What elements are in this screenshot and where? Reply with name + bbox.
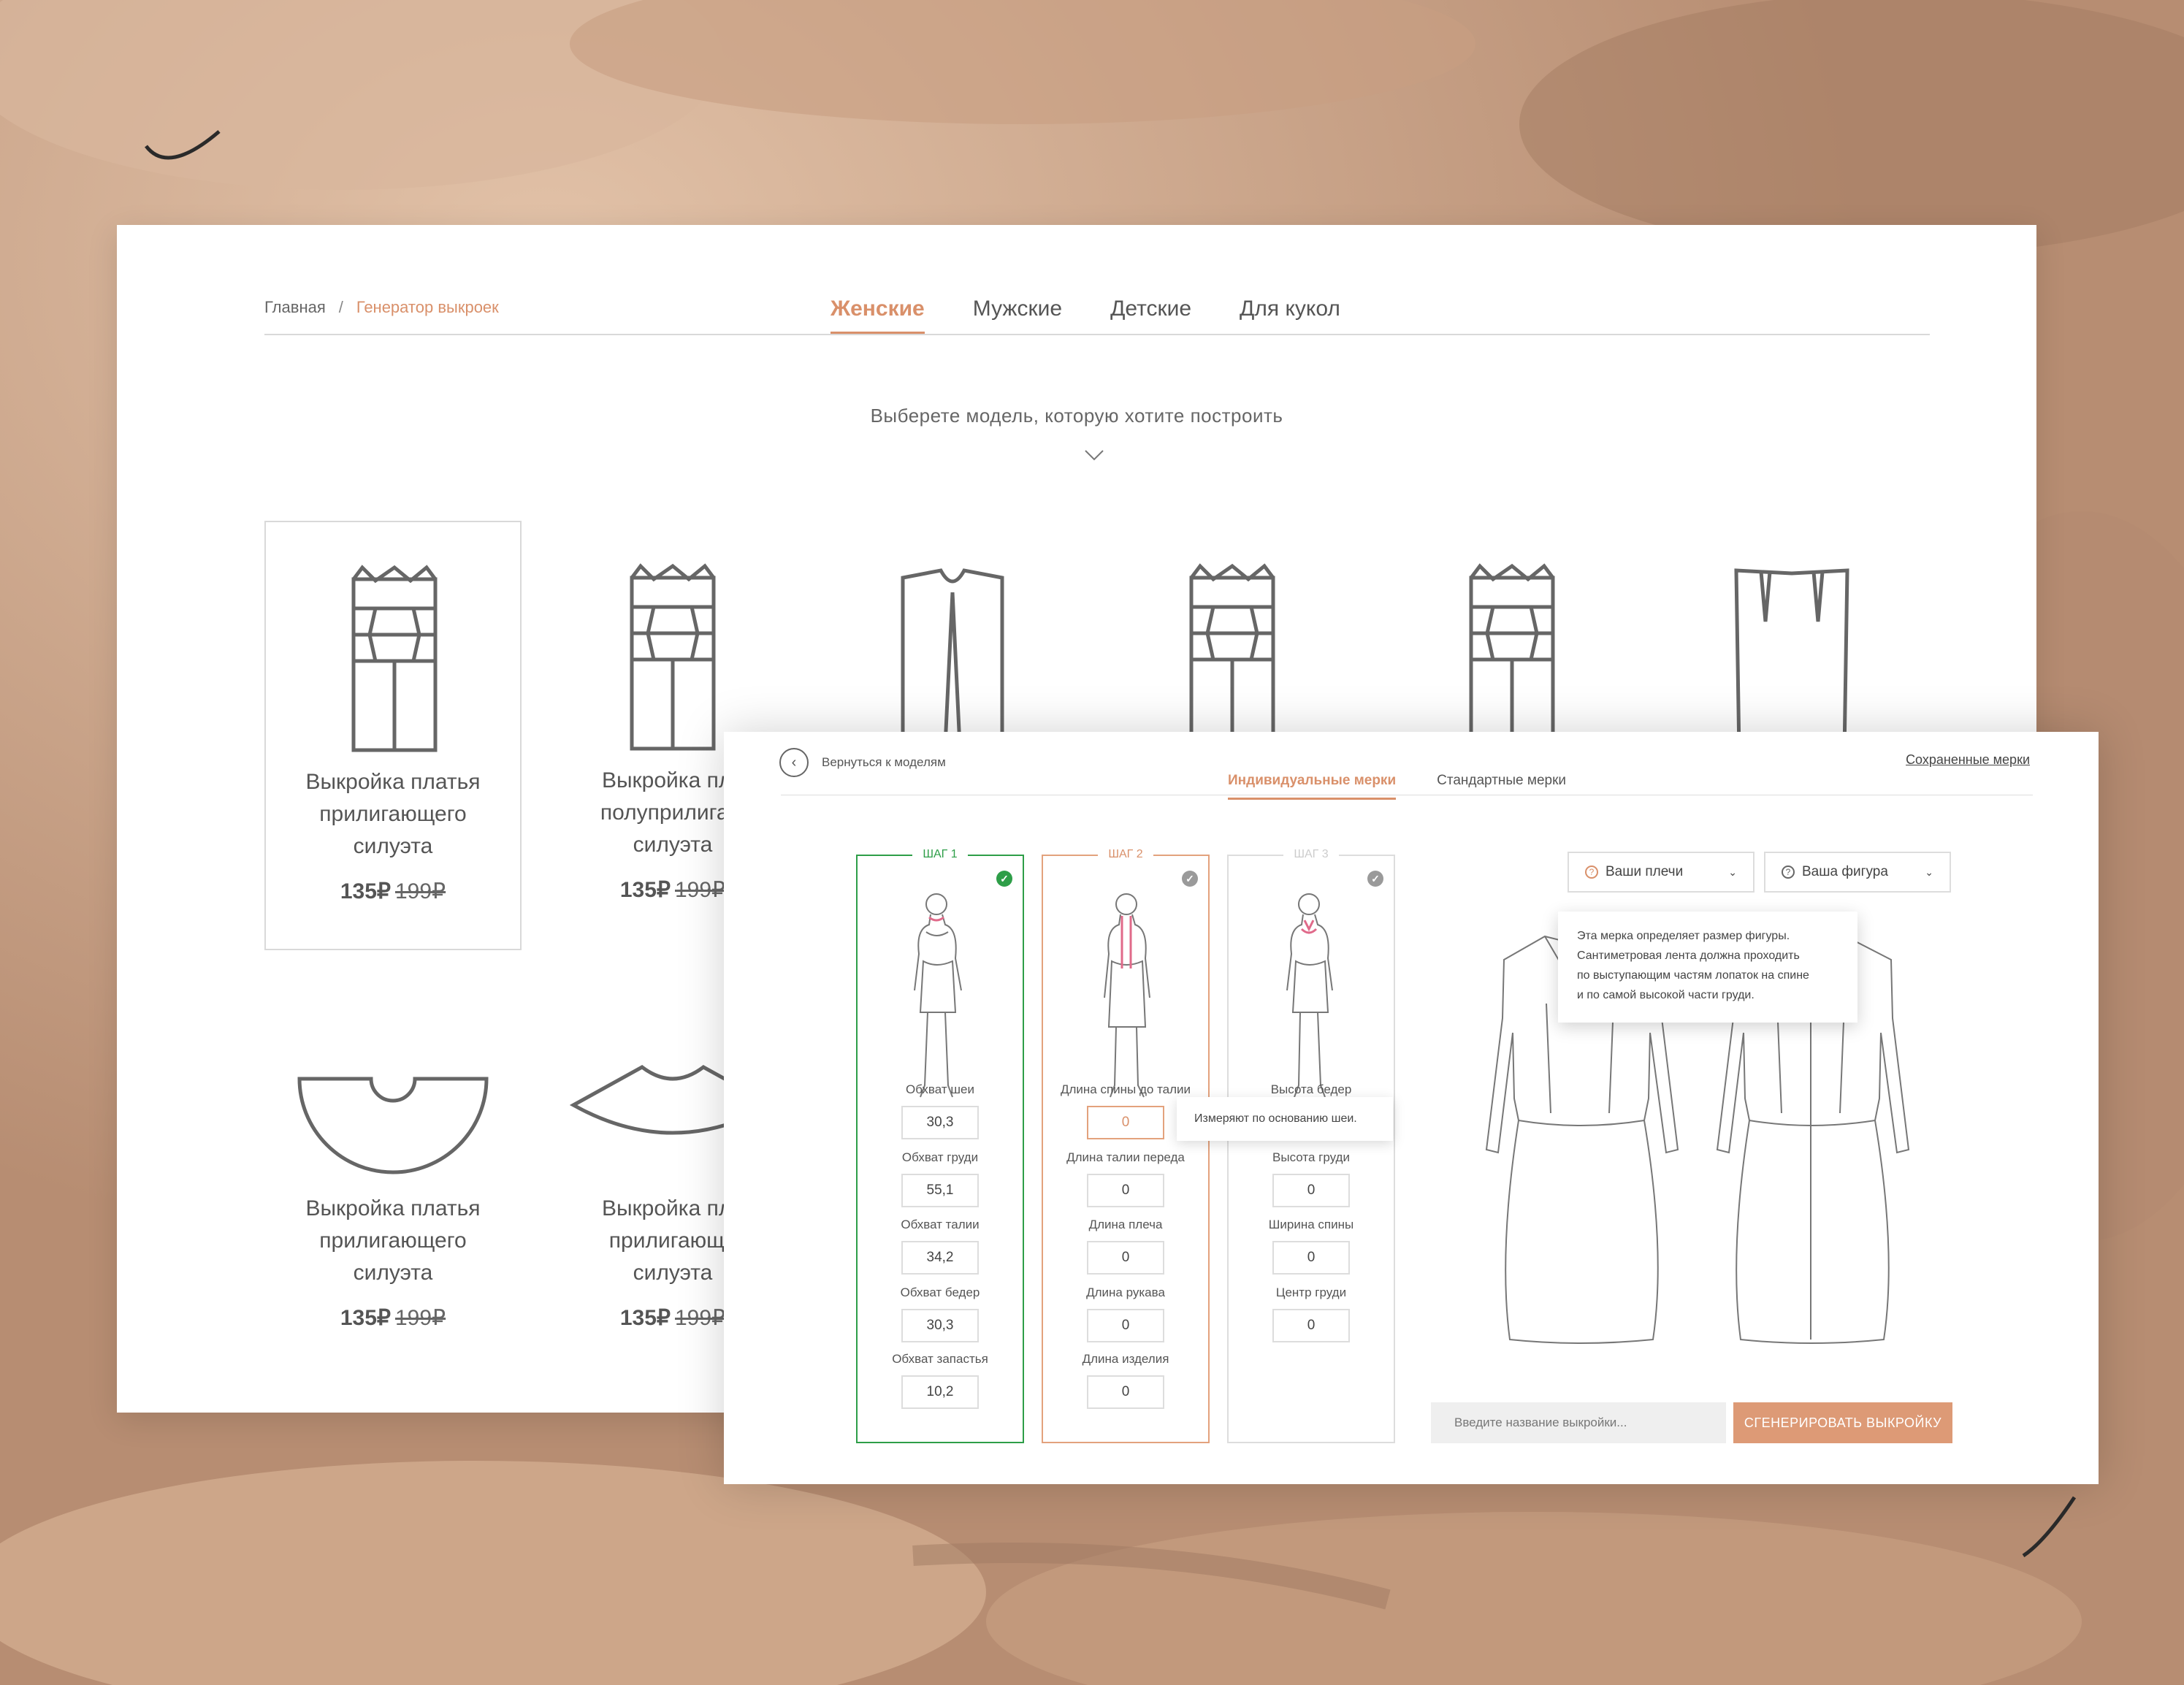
category-tabs: Женские Мужские Детские Для кукол [831, 297, 1340, 335]
chevron-down-icon: ⌄ [1728, 866, 1737, 878]
hip-girth-input[interactable]: 30,3 [901, 1309, 979, 1342]
shoulder-length-input[interactable]: 0 [1087, 1241, 1164, 1275]
product-price: 135₽ 199₽ [340, 1306, 446, 1330]
figure-back-length-icon [1104, 893, 1150, 1098]
waist-girth-input[interactable]: 34,2 [901, 1241, 979, 1275]
help-icon: ? [1782, 866, 1795, 879]
choose-model-prompt: Выберете модель, которую хотите построит… [870, 405, 1283, 427]
measurements-panel: ‹ Вернуться к моделям Сохраненные мерки … [724, 732, 2099, 1484]
field-shoulder-length: Длина плеча 0 [1043, 1218, 1208, 1275]
bust-center-input[interactable]: 0 [1272, 1309, 1350, 1342]
product-price: 135₽ 199₽ [340, 879, 446, 903]
tab-dolls[interactable]: Для кукол [1240, 297, 1340, 335]
step-3-panel: ШАГ 3 ✓ Высота бедер Высота груди 0 Ширин… [1227, 848, 1395, 1443]
dropdown-label: Ваша фигура [1802, 864, 1888, 879]
pattern-name-input[interactable]: Введите название выкройки... [1431, 1402, 1726, 1443]
saved-measurements-link[interactable]: Сохраненные мерки [1906, 752, 2030, 768]
field-bust-center: Центр груди 0 [1229, 1285, 1394, 1342]
chevron-left-icon[interactable]: ‹ [779, 748, 809, 777]
sheath-dress-pattern-icon [1734, 568, 1849, 753]
back-label: Вернуться к моделям [822, 755, 946, 769]
back-width-input[interactable]: 0 [1272, 1241, 1350, 1275]
breadcrumb-current: Генератор выкроек [356, 298, 499, 316]
measurement-tabs: Индивидуальные мерки Стандартные мерки [1228, 773, 1566, 800]
step-2-panel: ШАГ 2 ✓ Длина спины до талии 0 Длина тали… [1042, 848, 1210, 1443]
tab-kids[interactable]: Детские [1110, 297, 1191, 335]
field-chest-girth: Обхват груди 55,1 [858, 1150, 1023, 1207]
field-waist-girth: Обхват талии 34,2 [858, 1218, 1023, 1275]
step-title: ШАГ 3 [1283, 848, 1339, 860]
breadcrumb: Главная / Генератор выкроек [264, 298, 499, 317]
chevron-down-icon: ⌄ [1925, 866, 1933, 878]
dropdown-label: Ваши плечи [1605, 864, 1684, 879]
field-wrist-girth: Обхват запастья 10,2 [858, 1352, 1023, 1409]
measurement-info-tooltip: Эта мерка определяет размер фигуры. Сант… [1558, 912, 1857, 1023]
semi-fitted-dress-pattern-icon [630, 563, 716, 751]
product-name: Выкройка платья прилигающего силуэта [305, 770, 481, 858]
tabs-divider [264, 334, 1930, 335]
field-back-width: Ширина спины 0 [1229, 1218, 1394, 1275]
product-card[interactable]: Выкройка платья прилигающего силуэта 135… [264, 949, 522, 1378]
fitted-dress-pattern-icon [1469, 563, 1555, 751]
chevron-down-icon[interactable] [1084, 448, 1104, 462]
field-garment-length: Длина изделия 0 [1043, 1352, 1208, 1409]
tab-individual-measurements[interactable]: Индивидуальные мерки [1228, 773, 1397, 800]
front-waist-length-input[interactable]: 0 [1087, 1174, 1164, 1207]
check-icon: ✓ [1182, 871, 1198, 887]
chest-girth-input[interactable]: 55,1 [901, 1174, 979, 1207]
breadcrumb-separator: / [338, 298, 343, 316]
field-bust-height: Высота груди 0 [1229, 1150, 1394, 1207]
figure-hip-height-icon [1286, 893, 1333, 1098]
check-icon: ✓ [996, 871, 1012, 887]
field-neck-girth: Обхват шеи 30,3 [858, 1082, 1023, 1139]
figure-neck-measurement-icon [914, 893, 962, 1098]
tab-standard-measurements[interactable]: Стандартные мерки [1437, 773, 1566, 800]
tab-women[interactable]: Женские [831, 297, 925, 335]
help-icon: ? [1585, 866, 1598, 879]
step-title: ШАГ 1 [912, 848, 968, 860]
field-sleeve-length: Длина рукава 0 [1043, 1285, 1208, 1342]
field-front-waist-length: Длина талии переда 0 [1043, 1150, 1208, 1207]
back-waist-length-input[interactable]: 0 [1087, 1106, 1164, 1139]
back-to-models-link[interactable]: ‹ Вернуться к моделям [779, 748, 946, 777]
wrist-girth-input[interactable]: 10,2 [901, 1375, 979, 1409]
fitted-dress-pattern-icon [1189, 563, 1275, 751]
sleeve-length-input[interactable]: 0 [1087, 1309, 1164, 1342]
neck-girth-input[interactable]: 30,3 [901, 1106, 979, 1139]
circle-skirt-pattern-icon [297, 1077, 489, 1174]
tab-men[interactable]: Мужские [973, 297, 1062, 335]
field-hip-girth: Обхват бедер 30,3 [858, 1285, 1023, 1342]
field-hint-tooltip: Измеряют по основанию шеи. [1177, 1097, 1393, 1141]
shoulders-dropdown[interactable]: ? Ваши плечи ⌄ [1568, 852, 1755, 893]
figure-dropdown[interactable]: ? Ваша фигура ⌄ [1764, 852, 1951, 893]
check-icon: ✓ [1367, 871, 1383, 887]
bust-height-input[interactable]: 0 [1272, 1174, 1350, 1207]
generate-pattern-button[interactable]: СГЕНЕРИРОВАТЬ ВЫКРОЙКУ [1733, 1402, 1952, 1443]
product-card[interactable]: Выкройка платья прилигающего силуэта 135… [264, 521, 522, 950]
step-1-panel: ШАГ 1 ✓ Обхват шеи 30,3 Обхват груди 55,1 … [856, 848, 1024, 1443]
breadcrumb-home[interactable]: Главная [264, 298, 326, 316]
step-title: ШАГ 2 [1098, 848, 1153, 860]
field-hip-height: Высота бедер [1270, 1082, 1352, 1096]
garment-length-input[interactable]: 0 [1087, 1375, 1164, 1409]
fitted-dress-pattern-icon [351, 565, 438, 752]
straight-dress-pattern-icon [901, 568, 1004, 753]
product-name: Выкройка платья прилигающего силуэта [305, 1196, 481, 1285]
